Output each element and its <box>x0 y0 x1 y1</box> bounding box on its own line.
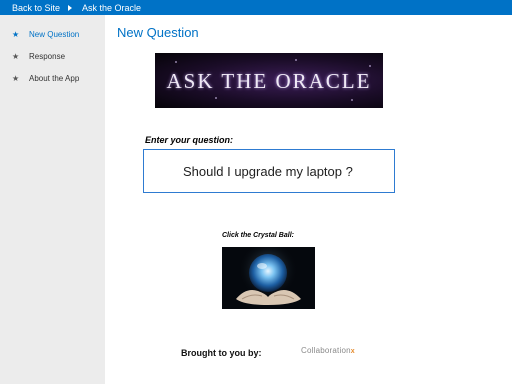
sidebar-item-new-question[interactable]: ★ New Question <box>0 23 105 45</box>
main-content: New Question ASK THE ORACLE Enter your q… <box>105 15 512 384</box>
sidebar-item-label: Response <box>29 51 66 61</box>
back-to-site-link[interactable]: Back to Site <box>12 3 60 13</box>
sidebar: ★ New Question ★ Response ★ About the Ap… <box>0 15 105 384</box>
banner-text: ASK THE ORACLE <box>166 69 372 93</box>
star-icon: ★ <box>12 29 20 39</box>
app-title: Ask the Oracle <box>82 2 142 13</box>
ask-the-oracle-banner: ASK THE ORACLE <box>155 53 383 108</box>
question-label: Enter your question: <box>145 135 234 145</box>
sidebar-item-label: About the App <box>29 73 80 83</box>
question-input[interactable] <box>143 149 395 193</box>
page-title: New Question <box>117 25 199 40</box>
brought-to-you-label: Brought to you by: <box>181 348 262 358</box>
crystal-ball-image[interactable] <box>222 247 315 309</box>
star-icon: ★ <box>12 51 20 61</box>
star-icon: ★ <box>12 73 20 83</box>
sponsor-logo: Collaborationx <box>301 346 355 355</box>
sponsor-logo-text: Collaboration <box>301 346 351 355</box>
sponsor-logo-mark: x <box>350 348 355 355</box>
sidebar-item-label: New Question <box>29 29 80 39</box>
crystal-ball-icon <box>222 247 315 309</box>
sidebar-item-about-the-app[interactable]: ★ About the App <box>0 67 105 89</box>
top-bar: Back to Site Ask the Oracle <box>0 0 512 15</box>
sidebar-item-response[interactable]: ★ Response <box>0 45 105 67</box>
breadcrumb-arrow-icon <box>68 4 73 11</box>
crystal-ball-label: Click the Crystal Ball: <box>222 232 294 239</box>
